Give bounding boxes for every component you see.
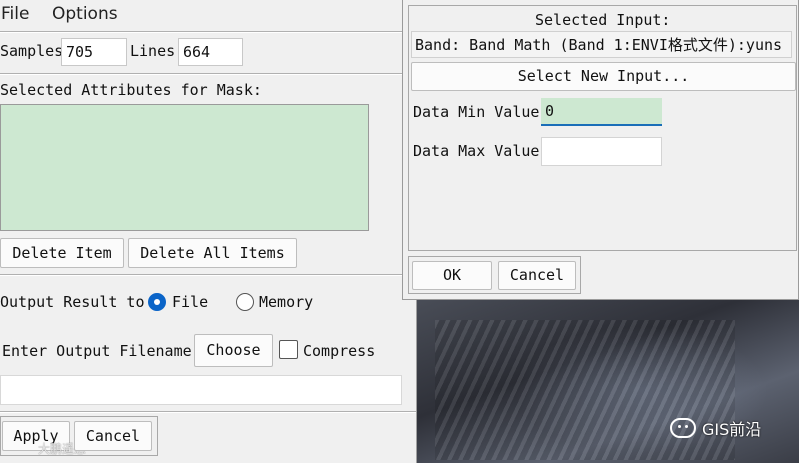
memory-radio-label: Memory bbox=[259, 293, 314, 311]
divider bbox=[0, 73, 404, 75]
attributes-list[interactable] bbox=[0, 104, 369, 231]
input-dialog: Selected Input: Band: Band Math (Band 1:… bbox=[402, 0, 799, 300]
lines-field[interactable]: 664 bbox=[178, 38, 243, 66]
output-result-label: Output Result to bbox=[0, 293, 145, 311]
menu-file[interactable]: File bbox=[1, 4, 29, 24]
watermark-text: GIS前沿 bbox=[702, 420, 762, 439]
samples-label: Samples bbox=[0, 42, 64, 60]
data-min-field[interactable]: 0 bbox=[541, 98, 662, 126]
wechat-icon bbox=[670, 418, 696, 438]
attributes-label: Selected Attributes for Mask: bbox=[0, 81, 262, 99]
menu-options[interactable]: Options bbox=[52, 4, 118, 24]
input-cancel-button[interactable]: Cancel bbox=[498, 261, 576, 290]
memory-radio[interactable] bbox=[236, 293, 254, 311]
data-min-label: Data Min Value bbox=[413, 103, 540, 121]
cancel-button[interactable]: Cancel bbox=[74, 421, 152, 451]
delete-all-items-button[interactable]: Delete All Items bbox=[128, 238, 297, 268]
band-info-field: Band: Band Math (Band 1:ENVI格式文件):yuns bbox=[411, 31, 792, 58]
data-max-field[interactable] bbox=[541, 137, 662, 166]
output-filename-field[interactable] bbox=[0, 375, 402, 405]
divider bbox=[0, 411, 416, 413]
divider bbox=[0, 274, 404, 276]
selected-input-label: Selected Input: bbox=[535, 11, 671, 29]
watermark: GIS前沿 bbox=[670, 416, 761, 440]
delete-item-button[interactable]: Delete Item bbox=[0, 238, 124, 268]
menu-divider bbox=[0, 31, 404, 33]
ok-button[interactable]: OK bbox=[412, 261, 492, 290]
samples-field[interactable]: 705 bbox=[61, 38, 127, 66]
lines-label: Lines bbox=[130, 42, 176, 60]
output-filename-label: Enter Output Filename bbox=[2, 342, 192, 360]
compress-checkbox[interactable] bbox=[279, 340, 298, 359]
file-radio-label: File bbox=[172, 293, 209, 311]
data-max-label: Data Max Value bbox=[413, 142, 540, 160]
file-radio[interactable] bbox=[148, 293, 166, 311]
menu-bar: File Options bbox=[0, 0, 404, 29]
mask-dialog: File Options Samples 705 Lines 664 Selec… bbox=[0, 0, 417, 463]
compress-label: Compress bbox=[303, 342, 376, 360]
choose-button[interactable]: Choose bbox=[194, 334, 273, 367]
select-new-input-button[interactable]: Select New Input... bbox=[411, 62, 796, 91]
